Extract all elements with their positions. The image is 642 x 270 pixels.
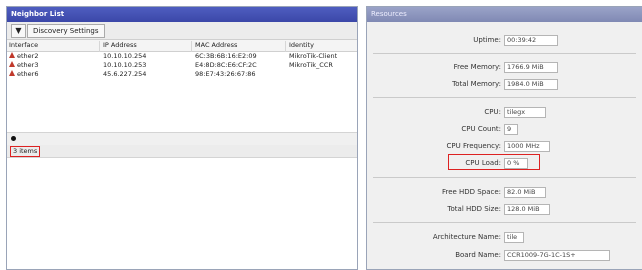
column-header-interface[interactable]: Interface [9, 41, 38, 49]
board-name-value[interactable]: CCR1009-7G-1C-1S+ [504, 250, 610, 261]
total-hdd-value[interactable]: 128.0 MiB [504, 204, 550, 215]
scroll-handle-icon[interactable] [11, 136, 16, 141]
filter-button[interactable]: ▼ [11, 24, 26, 38]
architecture-value[interactable]: tile [504, 232, 524, 243]
window-title: Neighbor List [7, 7, 357, 22]
column-header-ip[interactable]: IP Address [103, 41, 137, 49]
discovery-settings-button[interactable]: Discovery Settings [27, 24, 105, 38]
cpu-count-label: CPU Count: [461, 125, 501, 133]
free-hdd-label: Free HDD Space: [441, 188, 501, 196]
cpu-frequency-label: CPU Frequency: [446, 142, 501, 150]
cpu-count-value[interactable]: 9 [504, 124, 518, 135]
cpu-load-highlight [448, 154, 540, 170]
architecture-label: Architecture Name: [432, 233, 501, 241]
divider [373, 97, 636, 98]
horizontal-scrollbar[interactable] [7, 132, 357, 146]
neighbor-status-icon [9, 52, 15, 58]
uptime-label: Uptime: [473, 36, 501, 44]
neighbor-status-icon [9, 70, 15, 76]
table-row[interactable]: ether6 45.6.227.254 98:E7:43:26:67:86 [7, 70, 357, 79]
status-bar: 3 items [7, 145, 357, 158]
column-header-mac[interactable]: MAC Address [195, 41, 237, 49]
cell-ip: 45.6.227.254 [103, 70, 147, 78]
table-header: Interface IP Address MAC Address Identit… [7, 40, 357, 52]
column-divider [285, 41, 286, 52]
items-count: 3 items [10, 146, 41, 157]
divider [373, 53, 636, 54]
neighbor-list-window: Neighbor List ▼ Discovery Settings Inter… [6, 6, 358, 270]
free-memory-value[interactable]: 1766.9 MiB [504, 62, 558, 73]
cpu-value[interactable]: tilegx [504, 107, 546, 118]
cell-ip: 10.10.10.253 [103, 61, 147, 69]
cell-identity: MikroTik_CCR [289, 61, 333, 69]
cpu-label: CPU: [484, 108, 501, 116]
cpu-frequency-value[interactable]: 1000 MHz [504, 141, 550, 152]
cell-interface: ether6 [17, 70, 39, 78]
cell-interface: ether2 [17, 52, 39, 60]
table-row[interactable]: ether2 10.10.10.254 6C:3B:6B:16:E2:09 Mi… [7, 52, 357, 61]
resources-window: Resources Uptime: 00:39:42 Free Memory: … [366, 6, 642, 270]
cell-mac: 6C:3B:6B:16:E2:09 [195, 52, 257, 60]
cell-ip: 10.10.10.254 [103, 52, 147, 60]
cell-mac: E4:8D:8C:E6:CF:2C [195, 61, 257, 69]
cell-interface: ether3 [17, 61, 39, 69]
divider [373, 222, 636, 223]
column-header-identity[interactable]: Identity [289, 41, 314, 49]
filter-icon: ▼ [15, 26, 22, 35]
cell-mac: 98:E7:43:26:67:86 [195, 70, 256, 78]
board-name-label: Board Name: [455, 251, 501, 259]
total-memory-value[interactable]: 1984.0 MiB [504, 79, 558, 90]
column-divider [99, 41, 100, 52]
toolbar: ▼ Discovery Settings [7, 22, 357, 40]
neighbor-status-icon [9, 61, 15, 67]
divider [373, 177, 636, 178]
column-divider [191, 41, 192, 52]
free-memory-label: Free Memory: [453, 63, 501, 71]
free-hdd-value[interactable]: 82.0 MiB [504, 187, 546, 198]
total-memory-label: Total Memory: [452, 80, 501, 88]
total-hdd-label: Total HDD Size: [447, 205, 501, 213]
cell-identity: MikroTik-Client [289, 52, 338, 60]
window-title: Resources [367, 7, 642, 22]
table-row[interactable]: ether3 10.10.10.253 E4:8D:8C:E6:CF:2C Mi… [7, 61, 357, 70]
uptime-value[interactable]: 00:39:42 [504, 35, 558, 46]
